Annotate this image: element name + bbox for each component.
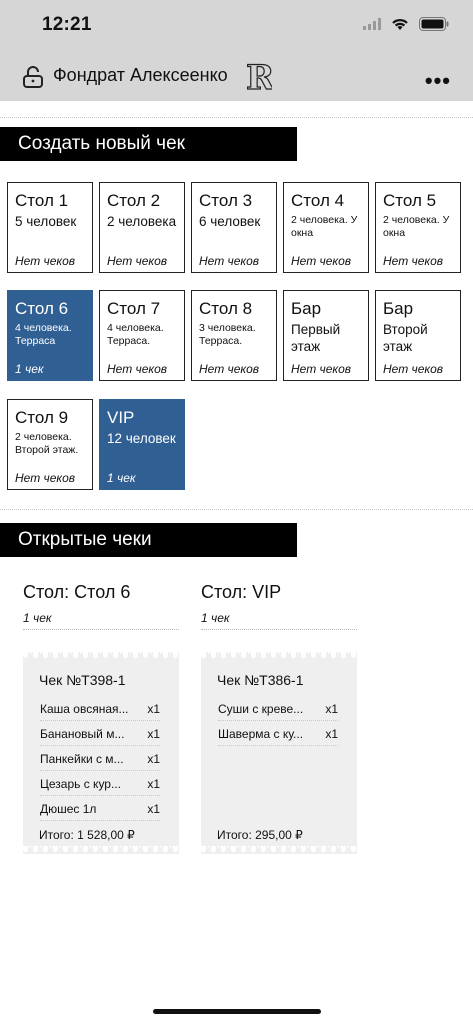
table-card[interactable]: Стол 3 6 человек Нет чеков <box>191 182 277 273</box>
table-check-status: Нет чеков <box>383 254 444 268</box>
receipt-total: Итого: 295,00 ₽ <box>217 828 303 842</box>
table-check-status: 1 чек <box>107 471 136 485</box>
table-check-status: Нет чеков <box>15 471 76 485</box>
table-check-status: Нет чеков <box>291 362 352 376</box>
item-quantity: x1 <box>325 702 338 716</box>
item-name: Суши с креве... <box>218 702 304 716</box>
status-icons <box>363 17 449 31</box>
receipt-line-item: Цезарь с кур... x1 <box>40 772 160 796</box>
item-name: Дюшес 1л <box>40 802 97 816</box>
table-description: Первый этаж <box>291 322 341 354</box>
table-check-status: Нет чеков <box>107 362 168 376</box>
create-check-title: Создать новый чек <box>0 127 297 161</box>
table-description: 2 человека. У окна <box>291 214 358 239</box>
brand-logo-icon: R <box>245 58 272 94</box>
table-name: Стол 7 <box>107 299 161 318</box>
table-description: 2 человека. Второй этаж. <box>15 431 79 456</box>
table-description: 6 человек <box>199 214 261 229</box>
table-card[interactable]: Стол 1 5 человек Нет чеков <box>7 182 93 273</box>
open-checks-title: Открытые чеки <box>0 523 297 557</box>
item-quantity: x1 <box>147 777 160 791</box>
item-quantity: x1 <box>147 752 160 766</box>
table-card[interactable]: Стол 9 2 человека. Второй этаж. Нет чеков <box>7 399 93 490</box>
item-name: Цезарь с кур... <box>40 777 121 791</box>
table-check-status: Нет чеков <box>291 254 352 268</box>
check-table-label: Стол: VIP <box>201 582 282 602</box>
check-count: 1 чек <box>201 611 357 630</box>
table-card[interactable]: Бар Первый этаж Нет чеков <box>283 290 369 381</box>
open-check-group: Стол: Стол 6 1 чек Чек №Т398-1 Каша овсяная… <box>23 582 179 846</box>
table-card[interactable]: Стол 8 3 человека. Терраса. Нет чеков <box>191 290 277 381</box>
receipt-number: Чек №Т386-1 <box>217 672 304 688</box>
table-description: 4 человека. Терраса <box>15 322 72 347</box>
table-check-status: 1 чек <box>15 362 44 376</box>
receipt-line-item: Каша овсяная... x1 <box>40 697 160 721</box>
svg-text:R: R <box>246 58 272 94</box>
divider <box>0 117 473 118</box>
item-name: Каша овсяная... <box>40 702 129 716</box>
table-check-status: Нет чеков <box>107 254 168 268</box>
wifi-icon <box>392 19 408 30</box>
table-card[interactable]: Стол 5 2 человека. У окна Нет чеков <box>375 182 461 273</box>
table-description: 12 человек <box>107 431 176 446</box>
receipt-line-item: Шаверма с ку... x1 <box>218 722 338 746</box>
table-description: 2 человека. У окна <box>383 214 450 239</box>
table-check-status: Нет чеков <box>199 362 260 376</box>
table-description: 5 человек <box>15 214 77 229</box>
table-name: Стол 9 <box>15 408 69 427</box>
item-quantity: x1 <box>147 727 160 741</box>
table-check-status: Нет чеков <box>15 254 76 268</box>
status-time: 12:21 <box>42 14 92 35</box>
home-indicator[interactable] <box>153 1009 321 1014</box>
table-name: Стол 3 <box>199 191 253 210</box>
table-name: VIP <box>107 408 135 427</box>
check-count: 1 чек <box>23 611 179 630</box>
table-name: Бар <box>291 299 322 318</box>
item-quantity: x1 <box>147 802 160 816</box>
table-name: Стол 1 <box>15 191 69 210</box>
table-name: Бар <box>383 299 414 318</box>
unlock-icon[interactable] <box>22 65 44 89</box>
receipt-total: Итого: 1 528,00 ₽ <box>39 828 135 842</box>
table-check-status: Нет чеков <box>383 362 444 376</box>
table-card[interactable]: Стол 4 2 человека. У окна Нет чеков <box>283 182 369 273</box>
table-name: Стол 5 <box>383 191 437 210</box>
battery-icon <box>419 17 449 31</box>
receipt-line-item: Дюшес 1л x1 <box>40 797 160 821</box>
table-card[interactable]: VIP 12 человек 1 чек <box>99 399 185 490</box>
divider <box>0 509 473 510</box>
table-description: Второй этаж <box>383 322 428 354</box>
open-check-group: Стол: VIP 1 чек Чек №Т386-1 Суши с креве...… <box>201 582 357 846</box>
table-name: Стол 6 <box>15 299 69 318</box>
table-name: Стол 4 <box>291 191 345 210</box>
receipt-line-item: Банановый м... x1 <box>40 722 160 746</box>
receipt-line-item: Суши с креве... x1 <box>218 697 338 721</box>
table-description: 2 человека <box>107 214 177 229</box>
item-name: Банановый м... <box>40 727 125 741</box>
table-description: 3 человека. Терраса. <box>199 322 256 347</box>
receipt-line-item: Панкейки с м... x1 <box>40 747 160 771</box>
table-name: Стол 8 <box>199 299 253 318</box>
item-quantity: x1 <box>147 702 160 716</box>
more-menu-button[interactable]: ••• <box>425 68 451 94</box>
item-quantity: x1 <box>325 727 338 741</box>
table-card[interactable]: Стол 6 4 человека. Терраса 1 чек <box>7 290 93 381</box>
app-header: Фондрат Алексеенко R ••• <box>0 52 473 101</box>
table-name: Стол 2 <box>107 191 161 210</box>
table-card[interactable]: Стол 7 4 человека. Терраса. Нет чеков <box>99 290 185 381</box>
check-table-label: Стол: Стол 6 <box>23 582 131 602</box>
receipt-card[interactable]: Чек №Т398-1 Каша овсяная... x1 Банановый м.… <box>23 652 179 846</box>
user-name[interactable]: Фондрат Алексеенко <box>53 65 228 86</box>
table-description: 4 человека. Терраса. <box>107 322 164 347</box>
status-bar: 12:21 <box>0 0 473 52</box>
table-card[interactable]: Стол 2 2 человека Нет чеков <box>99 182 185 273</box>
receipt-card[interactable]: Чек №Т386-1 Суши с креве... x1 Шаверма с ку… <box>201 652 357 846</box>
table-check-status: Нет чеков <box>199 254 260 268</box>
item-name: Шаверма с ку... <box>218 727 304 741</box>
cellular-signal-icon <box>363 18 381 30</box>
table-card[interactable]: Бар Второй этаж Нет чеков <box>375 290 461 381</box>
receipt-number: Чек №Т398-1 <box>39 672 126 688</box>
item-name: Панкейки с м... <box>40 752 124 766</box>
